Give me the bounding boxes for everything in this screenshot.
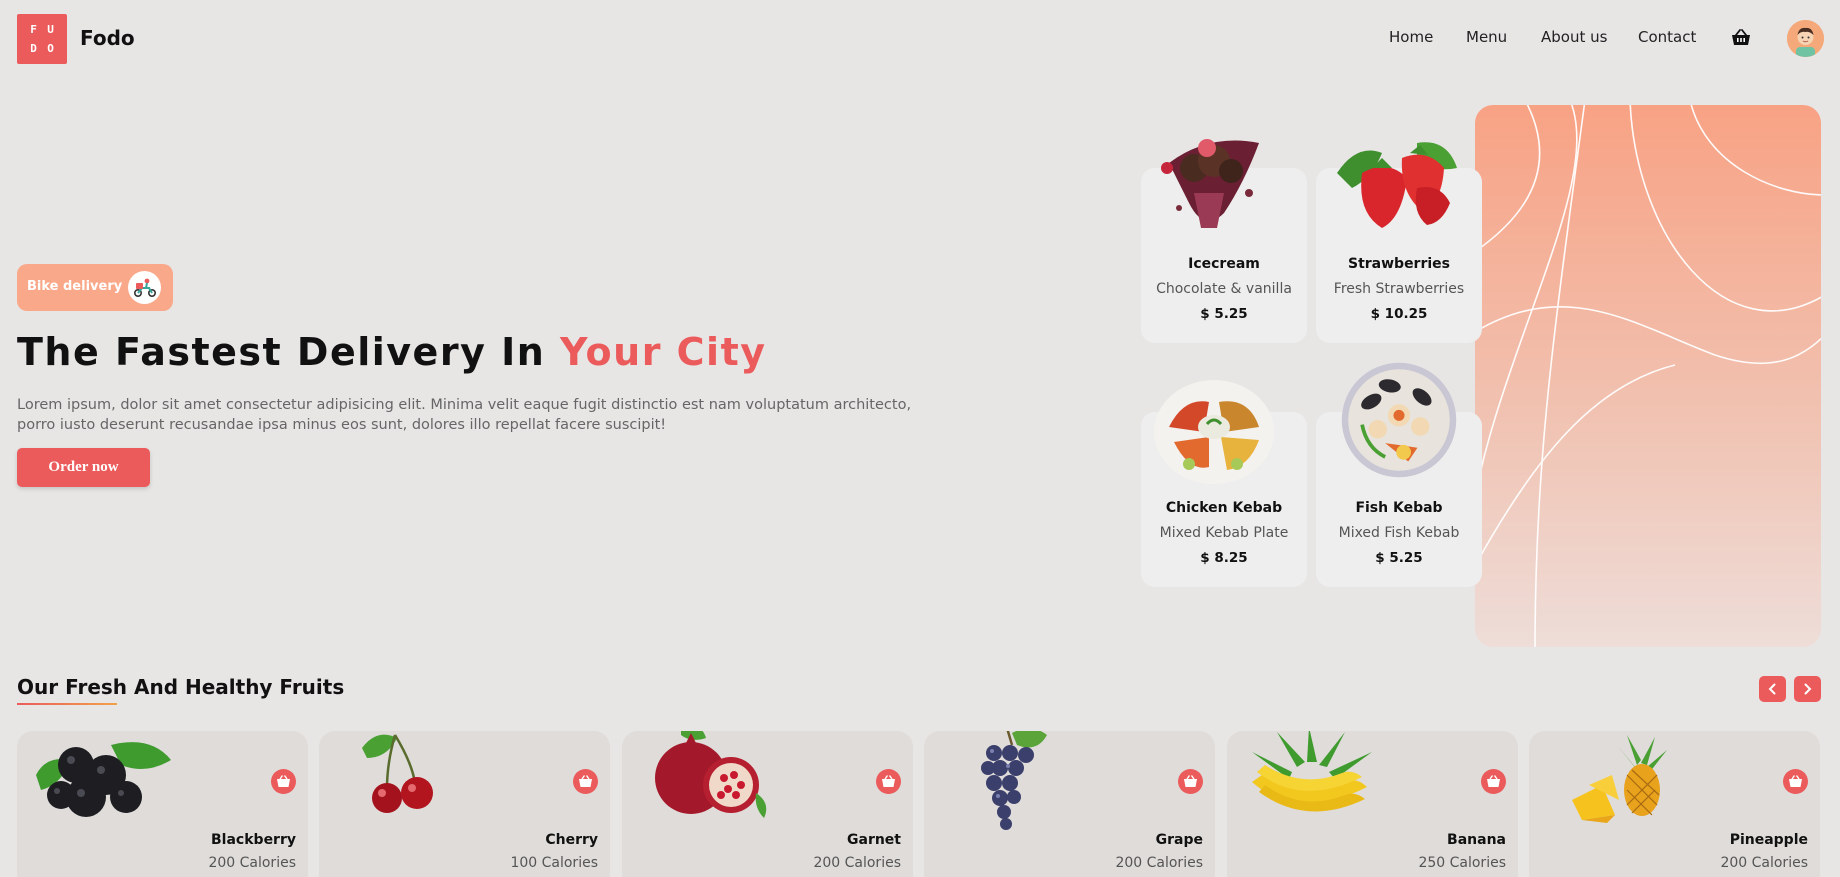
section-title: Our Fresh And Healthy Fruits (17, 675, 345, 699)
badge-label: Bike delivery (27, 279, 123, 294)
nav-menu[interactable]: Menu (1466, 28, 1507, 46)
grape-image (981, 731, 1047, 830)
logo-letter: D (30, 42, 37, 55)
add-to-cart-button[interactable] (876, 769, 901, 794)
fruit-name: Cherry (545, 832, 598, 848)
scooter-delivery-icon (128, 271, 161, 304)
food-card[interactable]: Chicken Kebab Mixed Kebab Plate $ 8.25 (1141, 380, 1307, 587)
garnet-image (655, 731, 767, 818)
fruit-card[interactable]: Blackberry 200 Calories (17, 731, 308, 877)
add-to-cart-button[interactable] (271, 769, 296, 794)
fruit-card[interactable]: Garnet 200 Calories (622, 731, 913, 877)
add-to-cart-button[interactable] (1178, 769, 1203, 794)
basket-icon (579, 775, 592, 787)
logo[interactable]: F U D O (17, 14, 67, 64)
fruit-name: Pineapple (1729, 832, 1808, 848)
order-now-button[interactable]: Order now (17, 448, 150, 487)
chevron-left-icon (1768, 683, 1776, 695)
basket-icon (1789, 775, 1802, 787)
fruit-name: Garnet (847, 832, 901, 848)
carousel-prev-button[interactable] (1759, 676, 1786, 702)
food-description: Mixed Fish Kebab (1338, 525, 1460, 541)
food-price: $ 8.25 (1200, 550, 1248, 566)
food-price: $ 5.25 (1200, 306, 1248, 322)
food-name: Chicken Kebab (1165, 500, 1283, 516)
fruit-calories: 200 Calories (1115, 855, 1203, 871)
pineapple-image (1572, 735, 1667, 823)
food-description: Fresh Strawberries (1333, 281, 1465, 297)
food-card[interactable]: Icecream Chocolate & vanilla $ 5.25 (1141, 139, 1307, 343)
cherry-image (362, 734, 433, 813)
fruit-calories: 250 Calories (1418, 855, 1506, 871)
food-price: $ 5.25 (1375, 550, 1423, 566)
bike-delivery-badge: Bike delivery (17, 264, 173, 311)
fruit-name: Grape (1155, 832, 1203, 848)
food-description: Chocolate & vanilla (1156, 281, 1292, 297)
food-price: $ 10.25 (1370, 306, 1428, 322)
fish-kebab-image (1341, 362, 1457, 478)
hero-title: The Fastest Delivery In Your City (17, 330, 767, 374)
food-description: Mixed Kebab Plate (1159, 525, 1289, 541)
blackberry-image (36, 742, 171, 817)
fruit-card[interactable]: Grape 200 Calories (924, 731, 1215, 877)
user-avatar[interactable] (1787, 20, 1824, 57)
basket-icon[interactable] (1731, 29, 1751, 47)
basket-icon (882, 775, 895, 787)
hero-title-accent: Your City (560, 330, 767, 374)
fruit-card[interactable]: Pineapple 200 Calories (1529, 731, 1820, 877)
logo-letter: F (30, 23, 37, 36)
hero-description: Lorem ipsum, dolor sit amet consectetur … (17, 397, 912, 433)
nav-contact[interactable]: Contact (1638, 28, 1696, 46)
add-to-cart-button[interactable] (1783, 769, 1808, 794)
nav-about[interactable]: About us (1541, 28, 1607, 46)
chicken-kebab-image (1154, 380, 1274, 484)
add-to-cart-button[interactable] (1481, 769, 1506, 794)
food-name: Icecream (1188, 256, 1260, 272)
fruit-card[interactable]: Banana 250 Calories (1227, 731, 1518, 877)
icecream-image (1161, 139, 1259, 228)
nav-home[interactable]: Home (1389, 28, 1433, 46)
fruit-calories: 100 Calories (510, 855, 598, 871)
carousel-next-button[interactable] (1794, 676, 1821, 702)
fruit-name: Blackberry (211, 832, 296, 848)
food-name: Fish Kebab (1355, 500, 1443, 516)
section-underline (17, 703, 117, 705)
add-to-cart-button[interactable] (573, 769, 598, 794)
banana-image (1252, 731, 1372, 812)
food-card[interactable]: Fish Kebab Mixed Fish Kebab $ 5.25 (1316, 362, 1482, 587)
basket-icon (277, 775, 290, 787)
logo-letter: U (47, 23, 54, 36)
chevron-right-icon (1804, 683, 1812, 695)
fruit-name: Banana (1447, 832, 1506, 848)
brand-name: Fodo (80, 26, 135, 50)
logo-letter: O (47, 42, 54, 55)
hero-title-main: The Fastest Delivery In (17, 330, 560, 374)
food-card[interactable]: Strawberries Fresh Strawberries $ 10.25 (1316, 142, 1482, 343)
fruit-calories: 200 Calories (813, 855, 901, 871)
fruit-calories: 200 Calories (208, 855, 296, 871)
basket-icon (1184, 775, 1197, 787)
basket-icon (1487, 775, 1500, 787)
fruit-calories: 200 Calories (1720, 855, 1808, 871)
decorative-panel (1475, 105, 1821, 647)
fruit-card[interactable]: Cherry 100 Calories (319, 731, 610, 877)
strawberries-image (1337, 142, 1457, 228)
food-name: Strawberries (1347, 256, 1450, 272)
